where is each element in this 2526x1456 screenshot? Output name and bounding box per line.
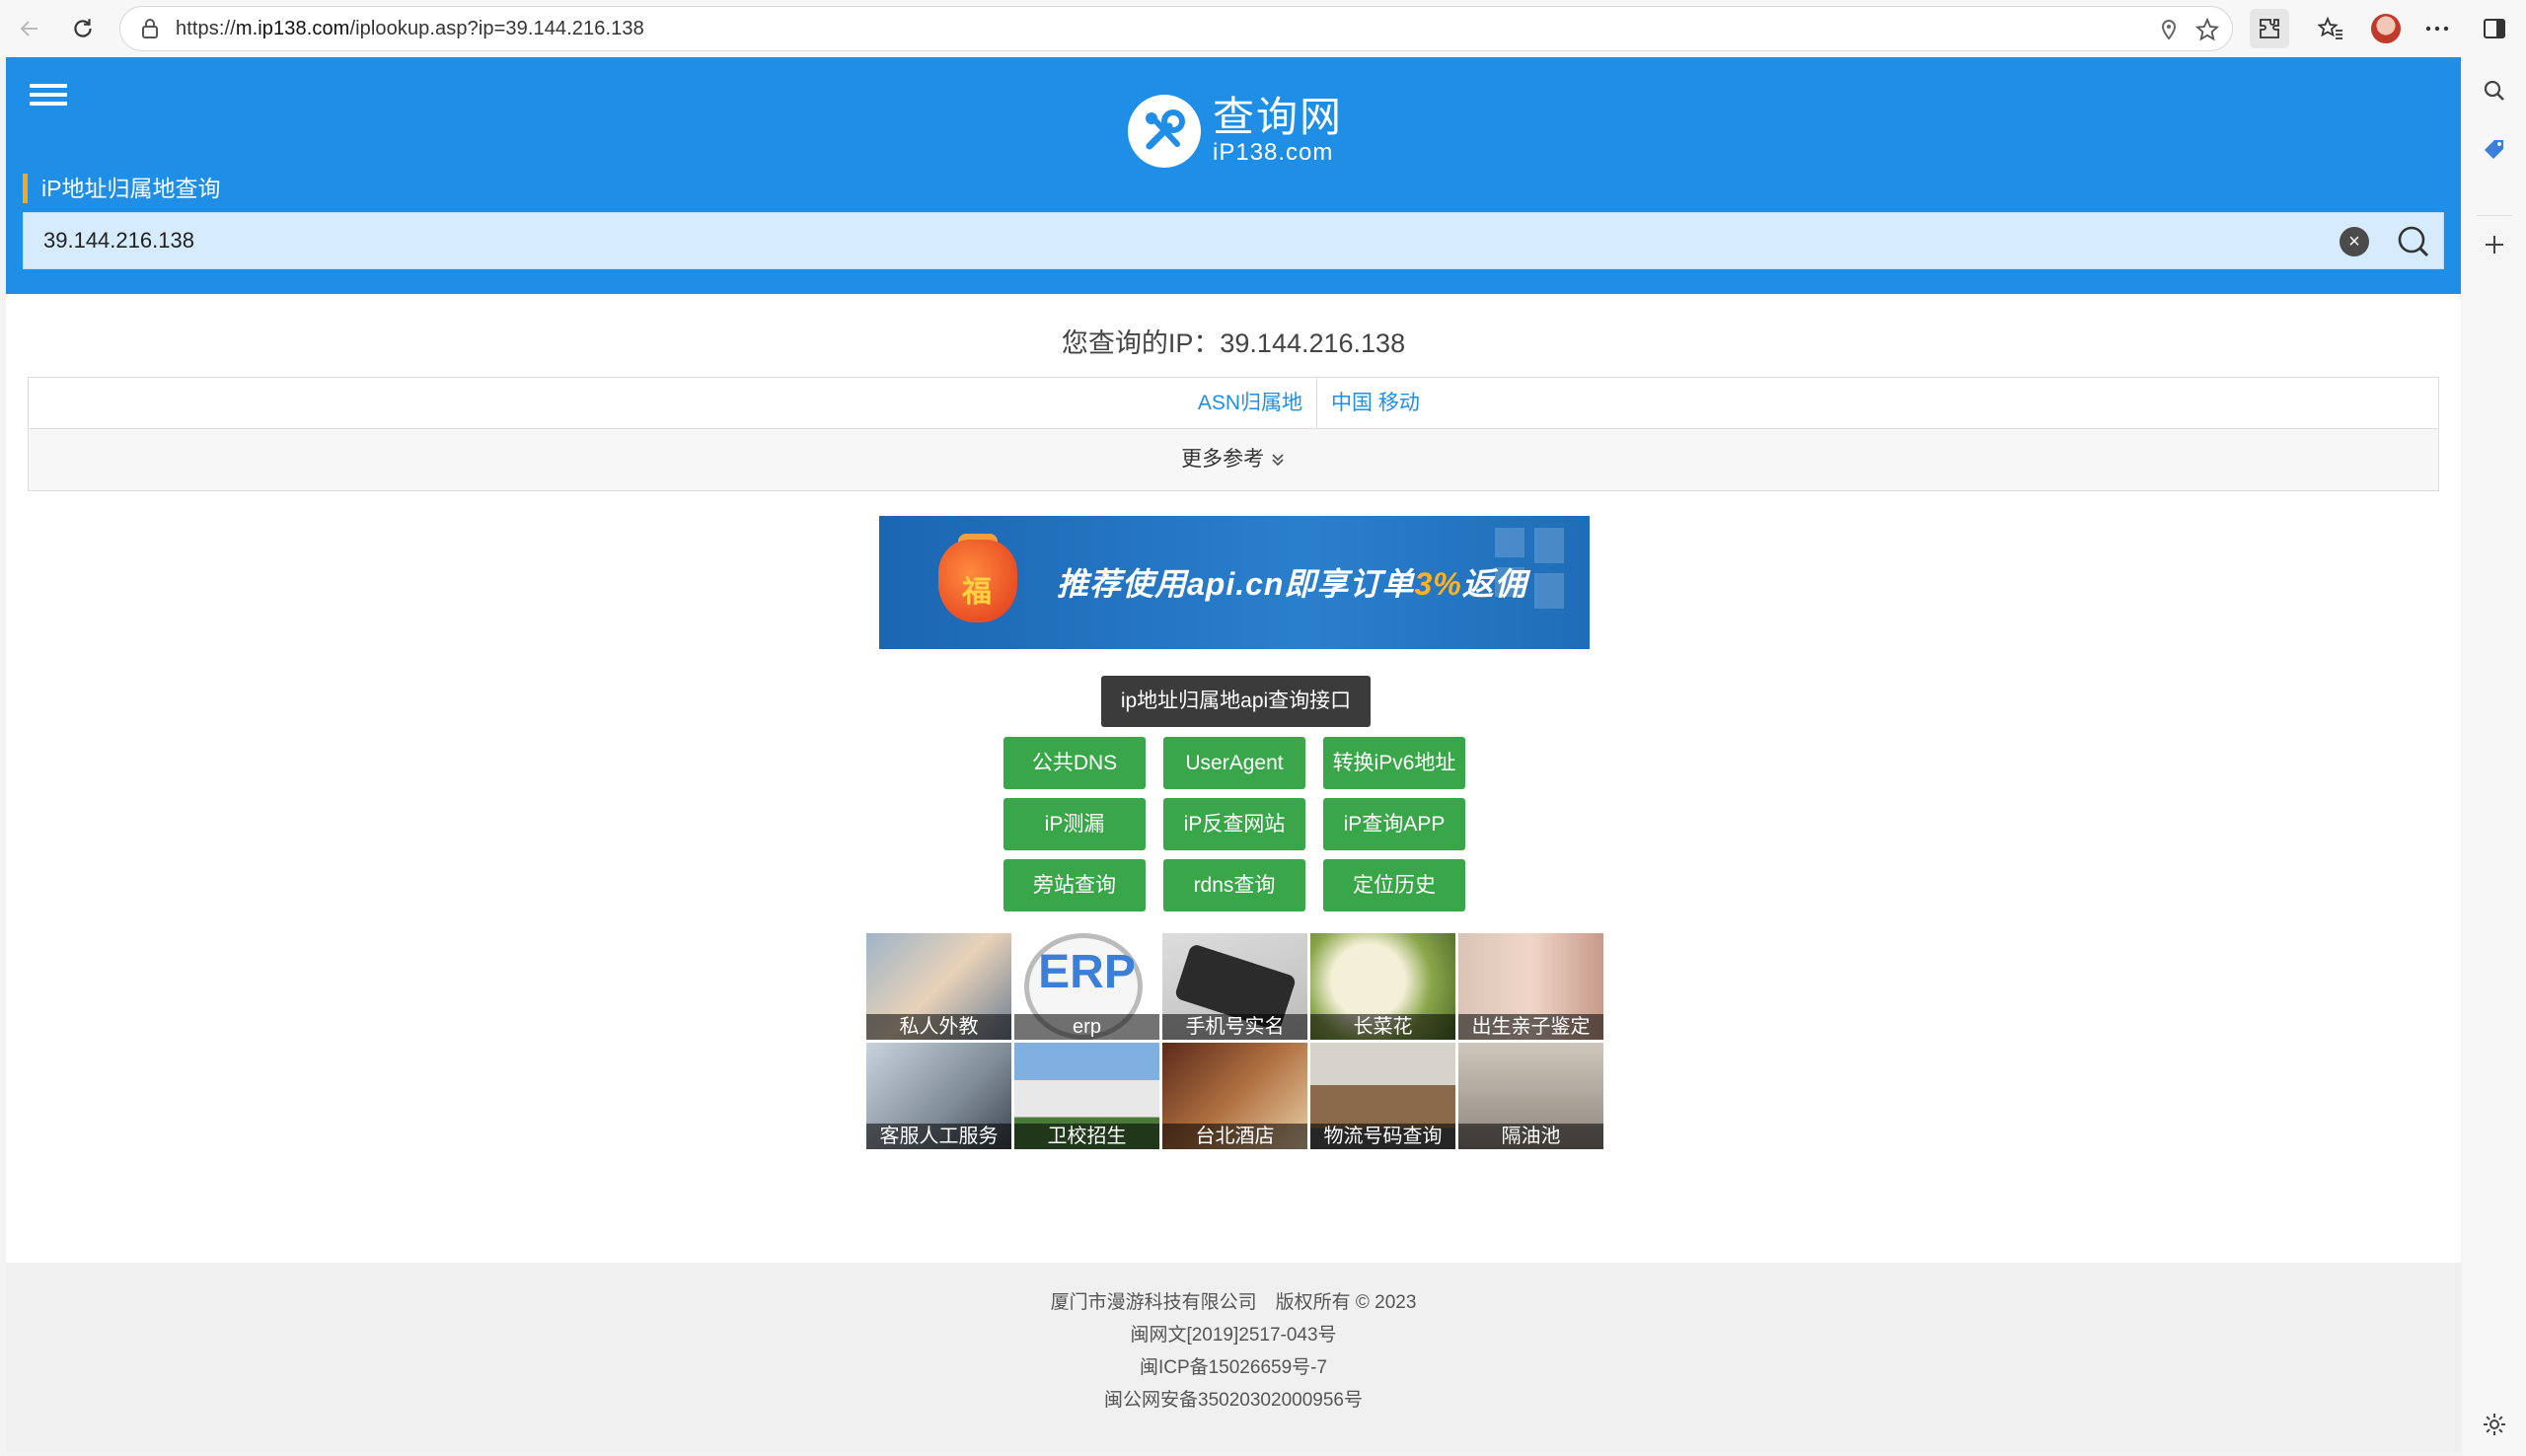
search-section-label: iP地址归属地查询 <box>23 174 220 203</box>
asn-key[interactable]: ASN归属地 <box>29 378 1317 428</box>
logo-name-cn: 查询网 <box>1213 94 1344 140</box>
tool-ip-leak-button[interactable]: iP测漏 <box>1003 798 1146 850</box>
web-page: 查询网 iP138.com iP地址归属地查询 × 您查询的IP：39.144.… <box>6 57 2461 1452</box>
back-icon[interactable] <box>10 9 49 48</box>
erp-logo: ERP <box>1038 946 1136 998</box>
settings-gear-icon[interactable] <box>2479 1409 2510 1440</box>
table-row: ASN归属地 中国 移动 <box>29 378 2438 429</box>
list-item[interactable]: 出生亲子鉴定 <box>1458 933 1603 1040</box>
lock-icon[interactable] <box>132 19 168 38</box>
extensions-icon[interactable] <box>2250 9 2289 48</box>
chevron-double-down-icon <box>1272 454 1284 467</box>
search-icon[interactable] <box>2396 224 2431 259</box>
ip-search-box: × <box>23 212 2444 269</box>
clear-input-button[interactable]: × <box>2340 227 2369 256</box>
banner-fu-char: 福 <box>962 576 992 609</box>
site-logo[interactable]: 查询网 iP138.com <box>1128 95 1343 168</box>
more-reference-toggle[interactable]: 更多参考 <box>29 429 2438 490</box>
more-reference-label: 更多参考 <box>1181 448 1265 471</box>
footer-license[interactable]: 闽网文[2019]2517-043号 <box>6 1319 2461 1351</box>
api-interface-button[interactable]: ip地址归属地api查询接口 <box>1101 676 1371 727</box>
reload-icon[interactable] <box>63 9 103 48</box>
tool-ipv6-convert-button[interactable]: 转换iPv6地址 <box>1323 737 1465 789</box>
favorites-icon[interactable] <box>2311 9 2350 48</box>
list-item[interactable]: ERP erp <box>1014 933 1159 1040</box>
list-item[interactable]: 手机号实名 <box>1162 933 1307 1040</box>
browser-toolbar: https://m.ip138.com/iplookup.asp?ip=39.1… <box>0 0 2526 57</box>
list-item[interactable]: 物流号码查询 <box>1310 1043 1455 1149</box>
sidebar-toggle-icon[interactable] <box>2475 9 2514 48</box>
address-bar[interactable]: https://m.ip138.com/iplookup.asp?ip=39.1… <box>119 6 2233 51</box>
tool-rdns-button[interactable]: rdns查询 <box>1163 859 1305 911</box>
url-text: https://m.ip138.com/iplookup.asp?ip=39.1… <box>176 17 644 39</box>
more-options-icon[interactable] <box>2417 9 2457 48</box>
promo-banner[interactable]: 福 推荐使用api.cn即享订单3%返佣 <box>879 516 1590 649</box>
favorite-star-icon[interactable] <box>2192 14 2223 45</box>
footer-police-record[interactable]: 闽公网安备35020302000956号 <box>6 1384 2461 1417</box>
banner-text: 推荐使用api.cn即享订单3%返佣 <box>1057 566 1527 602</box>
tool-reverse-ip-button[interactable]: iP反查网站 <box>1163 798 1305 850</box>
list-item[interactable]: 私人外教 <box>866 933 1011 1040</box>
tools-logo-icon <box>1128 95 1201 168</box>
tool-location-history-button[interactable]: 定位历史 <box>1323 859 1465 911</box>
site-header: 查询网 iP138.com iP地址归属地查询 × <box>6 57 2461 294</box>
tool-useragent-button[interactable]: UserAgent <box>1163 737 1305 789</box>
footer-copyright: 厦门市漫游科技有限公司 版权所有 © 2023 <box>1050 1292 1417 1313</box>
browser-sidebar <box>2463 57 2526 1456</box>
logo-name-en: iP138.com <box>1213 139 1334 166</box>
list-item[interactable]: 长菜花 <box>1310 933 1455 1040</box>
hamburger-menu-icon[interactable] <box>30 79 67 112</box>
shopping-tag-icon[interactable] <box>2479 134 2510 166</box>
result-table: ASN归属地 中国 移动 更多参考 <box>28 377 2439 491</box>
query-result-title: 您查询的IP：39.144.216.138 <box>1061 328 1406 358</box>
sidebar-divider <box>2477 215 2512 216</box>
tool-ip-app-button[interactable]: iP查询APP <box>1323 798 1465 850</box>
profile-avatar[interactable] <box>2366 9 2406 48</box>
add-icon[interactable] <box>2479 229 2510 260</box>
tool-side-site-button[interactable]: 旁站查询 <box>1003 859 1146 911</box>
list-item[interactable]: 客服人工服务 <box>866 1043 1011 1149</box>
list-item[interactable]: 隔油池 <box>1458 1043 1603 1149</box>
ip-search-input[interactable] <box>43 213 2313 268</box>
asn-value[interactable]: 中国 移动 <box>1317 378 1420 428</box>
footer-icp[interactable]: 闽ICP备15026659号-7 <box>6 1351 2461 1384</box>
list-item[interactable]: 卫校招生 <box>1014 1043 1159 1149</box>
search-sidebar-icon[interactable] <box>2479 75 2510 107</box>
list-item[interactable]: 台北酒店 <box>1162 1043 1307 1149</box>
site-footer: 厦门市漫游科技有限公司 版权所有 © 2023 闽网文[2019]2517-04… <box>6 1263 2461 1452</box>
location-icon[interactable] <box>2153 14 2185 45</box>
tool-public-dns-button[interactable]: 公共DNS <box>1003 737 1146 789</box>
